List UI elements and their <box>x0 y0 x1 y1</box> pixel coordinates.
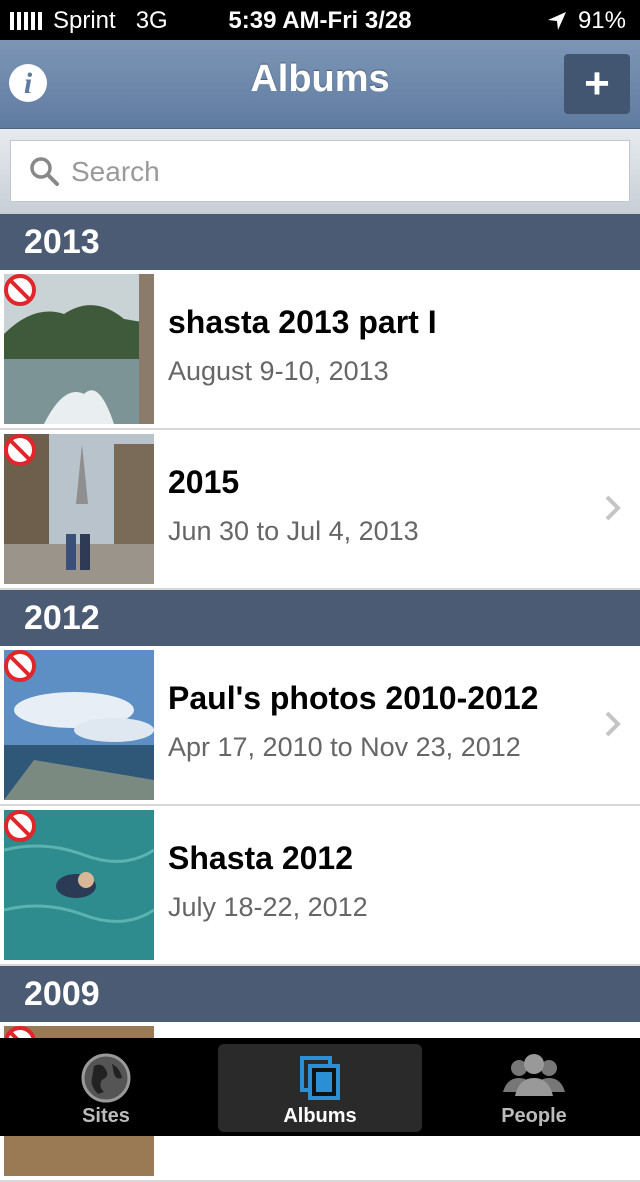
album-date: July 18-22, 2012 <box>168 892 368 922</box>
album-title: Shasta 2012 <box>168 840 354 876</box>
no-entry-icon <box>4 650 36 682</box>
status-time: 5:39 AM-Fri 3/28 <box>228 7 412 34</box>
location-arrow-icon <box>547 12 566 30</box>
chevron-right-icon <box>605 495 621 521</box>
album-row[interactable]: Paul's photos 2010-2012 Apr 17, 2010 to … <box>0 646 640 806</box>
album-row[interactable]: 2015 Jun 30 to Jul 4, 2013 <box>0 430 640 590</box>
search-bar <box>0 129 640 214</box>
search-icon <box>30 157 59 186</box>
album-date: Jun 30 to Jul 4, 2013 <box>168 516 419 546</box>
tab-label: Sites <box>82 1105 130 1127</box>
battery-label: 91% <box>577 7 626 34</box>
album-date: Apr 17, 2010 to Nov 23, 2012 <box>168 732 521 762</box>
album-row[interactable]: shasta 2013 part I August 9-10, 2013 <box>0 270 640 430</box>
section-header-2012: 2012 <box>0 590 640 646</box>
people-icon <box>503 1054 565 1096</box>
page-title: Albums <box>250 58 390 100</box>
status-bar: Sprint 3G 5:39 AM-Fri 3/28 91% <box>0 0 640 40</box>
chevron-right-icon <box>605 711 621 737</box>
album-list: 2013 shasta 2013 part I August 9-10, 201… <box>0 214 640 1182</box>
search-box[interactable] <box>10 140 630 202</box>
album-date: August 9-10, 2013 <box>168 356 389 386</box>
tab-albums[interactable]: Albums <box>218 1044 422 1132</box>
no-entry-icon <box>4 434 36 466</box>
no-entry-icon <box>4 810 36 842</box>
tab-label: Albums <box>283 1105 357 1127</box>
album-title: Paul's photos 2010-2012 <box>168 680 539 716</box>
album-title: 2015 <box>168 464 240 500</box>
tab-label: People <box>501 1105 567 1127</box>
albums-icon <box>300 1056 340 1100</box>
album-title: shasta 2013 part I <box>168 304 437 340</box>
tab-sites[interactable]: Sites <box>4 1044 208 1132</box>
add-album-button[interactable]: + <box>564 54 630 114</box>
navigation-bar: i Albums + <box>0 40 640 129</box>
album-row[interactable]: Shasta 2012 July 18-22, 2012 <box>0 806 640 966</box>
section-header-2013: 2013 <box>0 214 640 270</box>
tab-bar: Sites Albums People <box>0 1038 640 1136</box>
globe-icon <box>81 1053 131 1103</box>
no-entry-icon <box>4 274 36 306</box>
search-input[interactable] <box>69 149 613 195</box>
section-header-2009: 2009 <box>0 966 640 1022</box>
tab-people[interactable]: People <box>432 1044 636 1132</box>
